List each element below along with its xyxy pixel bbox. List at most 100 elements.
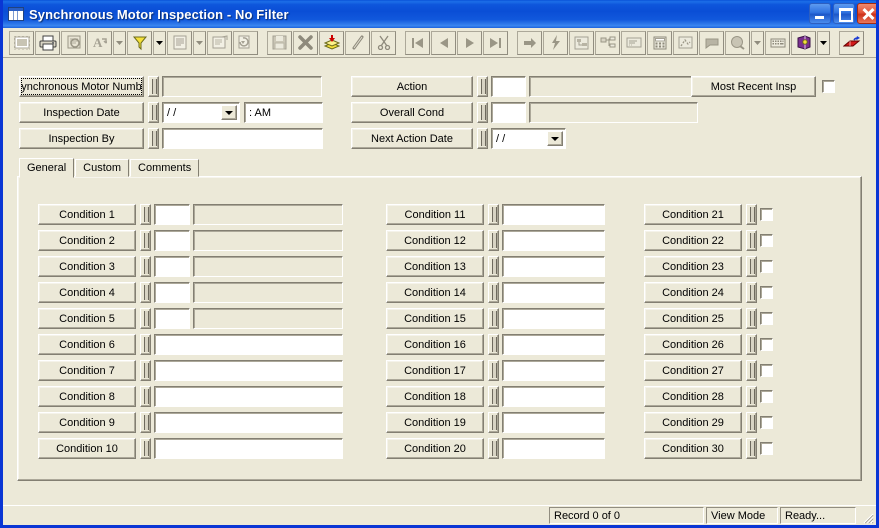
condition-29-label-button[interactable]: Condition 29 [644, 412, 742, 433]
condition-20-input[interactable] [502, 438, 605, 459]
inspection-date-lookup-button[interactable] [148, 102, 159, 123]
condition-4-label-button[interactable]: Condition 4 [38, 282, 136, 303]
hierarchy-icon[interactable] [569, 30, 594, 55]
condition-15-input[interactable] [502, 308, 605, 329]
find-dropdown-arrow[interactable] [113, 30, 126, 55]
condition-17-label-button[interactable]: Condition 17 [386, 360, 484, 381]
properties-icon[interactable] [207, 30, 232, 55]
next-action-date-lookup-button[interactable] [477, 128, 488, 149]
condition-27-lookup-button[interactable] [746, 360, 757, 381]
condition-22-checkbox[interactable] [760, 234, 773, 247]
exit-icon[interactable] [839, 30, 864, 55]
report-dropdown-arrow[interactable] [193, 30, 206, 55]
condition-17-lookup-button[interactable] [488, 360, 499, 381]
condition-24-lookup-button[interactable] [746, 282, 757, 303]
condition-4-code-input[interactable] [154, 282, 190, 303]
most-recent-insp-checkbox[interactable] [822, 80, 835, 93]
condition-30-checkbox[interactable] [760, 442, 773, 455]
book-dropdown-arrow[interactable] [817, 30, 830, 55]
inspection-by-lookup-button[interactable] [148, 128, 159, 149]
delete-icon[interactable] [293, 30, 318, 55]
save-icon[interactable] [267, 30, 292, 55]
condition-22-label-button[interactable]: Condition 22 [644, 230, 742, 251]
condition-21-lookup-button[interactable] [746, 204, 757, 225]
condition-14-label-button[interactable]: Condition 14 [386, 282, 484, 303]
next-action-date-label-button[interactable]: Next Action Date [351, 128, 473, 149]
print-icon[interactable] [35, 30, 60, 55]
motor-number-label-button[interactable]: ynchronous Motor Numb [19, 76, 144, 97]
edit-icon[interactable] [345, 30, 370, 55]
condition-2-lookup-button[interactable] [140, 230, 151, 251]
action-lookup-button[interactable] [477, 76, 488, 97]
title-bar[interactable]: Synchronous Motor Inspection - No Filter [3, 0, 876, 28]
condition-3-code-input[interactable] [154, 256, 190, 277]
condition-28-lookup-button[interactable] [746, 386, 757, 407]
condition-28-label-button[interactable]: Condition 28 [644, 386, 742, 407]
next-record-icon[interactable] [457, 30, 482, 55]
condition-6-lookup-button[interactable] [140, 334, 151, 355]
overall-cond-lookup-button[interactable] [477, 102, 488, 123]
condition-1-lookup-button[interactable] [140, 204, 151, 225]
condition-10-lookup-button[interactable] [140, 438, 151, 459]
condition-24-label-button[interactable]: Condition 24 [644, 282, 742, 303]
inspection-by-input[interactable] [162, 128, 323, 149]
condition-11-lookup-button[interactable] [488, 204, 499, 225]
tab-comments[interactable]: Comments [130, 159, 200, 177]
condition-1-code-input[interactable] [154, 204, 190, 225]
condition-30-label-button[interactable]: Condition 30 [644, 438, 742, 459]
most-recent-insp-label-button[interactable]: Most Recent Insp [691, 76, 816, 97]
condition-19-input[interactable] [502, 412, 605, 433]
inspection-date-input[interactable]: / / [162, 102, 240, 123]
print-preview-icon[interactable] [61, 30, 86, 55]
condition-10-label-button[interactable]: Condition 10 [38, 438, 136, 459]
motor-number-lookup-button[interactable] [148, 76, 159, 97]
condition-11-label-button[interactable]: Condition 11 [386, 204, 484, 225]
last-record-icon[interactable] [483, 30, 508, 55]
filter-icon[interactable] [127, 30, 152, 55]
condition-3-lookup-button[interactable] [140, 256, 151, 277]
maximize-button[interactable] [833, 3, 855, 24]
condition-4-lookup-button[interactable] [140, 282, 151, 303]
org-chart-icon[interactable] [595, 30, 620, 55]
motor-number-input[interactable] [162, 76, 322, 97]
cut-icon[interactable] [371, 30, 396, 55]
select-all-icon[interactable] [9, 30, 34, 55]
condition-6-input[interactable] [154, 334, 343, 355]
overall-cond-code-input[interactable] [491, 102, 526, 123]
condition-26-label-button[interactable]: Condition 26 [644, 334, 742, 355]
condition-5-label-button[interactable]: Condition 5 [38, 308, 136, 329]
condition-18-lookup-button[interactable] [488, 386, 499, 407]
inspection-time-input[interactable]: : AM [244, 102, 323, 123]
minimize-button[interactable] [809, 3, 831, 24]
tab-general[interactable]: General [19, 158, 75, 178]
condition-8-label-button[interactable]: Condition 8 [38, 386, 136, 407]
action-code-input[interactable] [491, 76, 526, 97]
condition-2-code-input[interactable] [154, 230, 190, 251]
condition-9-lookup-button[interactable] [140, 412, 151, 433]
condition-13-lookup-button[interactable] [488, 256, 499, 277]
condition-23-lookup-button[interactable] [746, 256, 757, 277]
condition-12-label-button[interactable]: Condition 12 [386, 230, 484, 251]
condition-20-label-button[interactable]: Condition 20 [386, 438, 484, 459]
condition-8-input[interactable] [154, 386, 343, 407]
help-dropdown-arrow[interactable] [751, 30, 764, 55]
goto-record-icon[interactable] [517, 30, 542, 55]
resize-grip[interactable] [860, 510, 874, 524]
condition-29-checkbox[interactable] [760, 416, 773, 429]
condition-19-label-button[interactable]: Condition 19 [386, 412, 484, 433]
next-action-date-dropdown-arrow[interactable] [547, 131, 563, 146]
condition-30-lookup-button[interactable] [746, 438, 757, 459]
add-record-icon[interactable] [319, 30, 344, 55]
action-label-button[interactable]: Action [351, 76, 473, 97]
next-action-date-input[interactable]: / / [491, 128, 566, 149]
condition-21-label-button[interactable]: Condition 21 [644, 204, 742, 225]
condition-9-label-button[interactable]: Condition 9 [38, 412, 136, 433]
condition-14-lookup-button[interactable] [488, 282, 499, 303]
first-record-icon[interactable] [405, 30, 430, 55]
condition-2-label-button[interactable]: Condition 2 [38, 230, 136, 251]
condition-9-input[interactable] [154, 412, 343, 433]
condition-26-lookup-button[interactable] [746, 334, 757, 355]
close-button[interactable] [857, 3, 876, 24]
condition-7-lookup-button[interactable] [140, 360, 151, 381]
condition-5-code-input[interactable] [154, 308, 190, 329]
